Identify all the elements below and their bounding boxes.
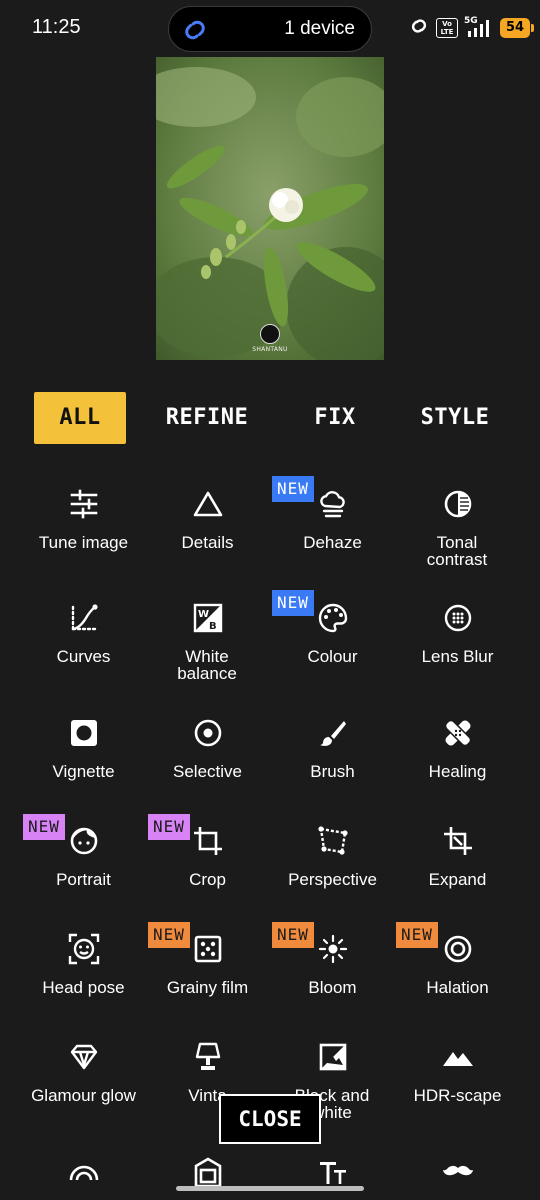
tool-label: Expand <box>428 870 487 889</box>
tool-head-pose[interactable]: Head pose <box>16 933 151 1003</box>
tool-label: Lens Blur <box>421 647 494 666</box>
status-icons: Vo LTE 5G 54 <box>408 16 534 40</box>
brush-icon <box>317 717 349 749</box>
sun-icon <box>317 933 349 965</box>
tool-label: Grainy film <box>166 978 249 997</box>
tool-label: Bloom <box>308 978 357 997</box>
tool-tune-image[interactable]: Tune image <box>16 488 151 578</box>
frame-icon <box>192 1156 224 1188</box>
tool-label: Details <box>181 533 234 552</box>
tool-glamour-glow[interactable]: Glamour glow <box>16 1041 151 1111</box>
new-badge: NEW <box>272 476 314 502</box>
selective-icon <box>192 717 224 749</box>
lamp-icon <box>192 1041 224 1073</box>
tool-vignette[interactable]: Vignette <box>16 717 151 787</box>
svg-text:W: W <box>198 609 209 620</box>
photo-preview[interactable] <box>156 57 384 360</box>
vignette-icon <box>68 717 100 749</box>
ring-icon <box>442 933 474 965</box>
tool-details[interactable]: Details <box>140 488 275 578</box>
tab-all[interactable]: ALL <box>34 392 126 444</box>
tool-hdr-scape[interactable]: HDR-scape <box>390 1041 525 1111</box>
watermark-logo-icon <box>260 324 280 344</box>
tab-refine[interactable]: REFINE <box>155 392 259 444</box>
tool-tonal-contrast[interactable]: Tonal contrast <box>390 488 525 578</box>
tool-label: Head pose <box>42 978 125 997</box>
tool-label: Tonal contrast <box>426 533 488 569</box>
tool-curves[interactable]: Curves <box>16 602 151 692</box>
mountain-icon <box>442 1041 474 1073</box>
tool-perspective[interactable]: Perspective <box>265 825 400 895</box>
tool-white-balance[interactable]: WB White balance <box>140 602 275 692</box>
tool-label: Dehaze <box>303 533 362 552</box>
close-button[interactable]: CLOSE <box>219 1094 321 1144</box>
tab-style[interactable]: STYLE <box>410 392 500 444</box>
tool-selective[interactable]: Selective <box>140 717 275 787</box>
triangle-icon <box>192 488 224 520</box>
tool-label: Curves <box>56 647 111 666</box>
watermark-text: SHANTANU <box>252 346 288 353</box>
volte-icon: Vo LTE <box>436 18 458 38</box>
palette-icon <box>317 602 349 634</box>
tool-label: Glamour glow <box>31 1086 136 1105</box>
tool-label: Selective <box>173 762 242 781</box>
face-icon <box>68 825 100 857</box>
tool-label: Perspective <box>288 870 377 889</box>
battery-icon: 54 <box>500 18 534 38</box>
haze-cloud-icon <box>317 488 349 520</box>
head-pose-icon <box>68 933 100 965</box>
tool-healing[interactable]: Healing <box>390 717 525 787</box>
new-badge: NEW <box>148 814 190 840</box>
svg-text:B: B <box>209 621 217 632</box>
new-badge: NEW <box>272 922 314 948</box>
tool-label: Brush <box>310 762 355 781</box>
tool-label: Colour <box>307 647 358 666</box>
new-badge: NEW <box>23 814 65 840</box>
tool-label: White balance <box>177 647 237 683</box>
dice-icon <box>192 933 224 965</box>
tool-label: Tune image <box>38 533 129 552</box>
perspective-icon <box>317 825 349 857</box>
sliders-icon <box>68 488 100 520</box>
link-icon <box>181 17 209 43</box>
tool-expand[interactable]: Expand <box>390 825 525 895</box>
tool-label: Halation <box>426 978 489 997</box>
rainbow-icon <box>68 1156 100 1188</box>
tool-partial[interactable] <box>390 1156 525 1196</box>
new-badge: NEW <box>272 590 314 616</box>
tab-fix[interactable]: FIX <box>300 392 370 444</box>
new-badge: NEW <box>148 922 190 948</box>
tool-brush[interactable]: Brush <box>265 717 400 787</box>
tool-lens-blur[interactable]: Lens Blur <box>390 602 525 692</box>
black-white-icon <box>317 1041 349 1073</box>
tool-label: Crop <box>189 870 226 889</box>
expand-icon <box>442 825 474 857</box>
clock: 11:25 <box>32 16 81 38</box>
signal-icon: 5G <box>464 16 494 38</box>
white-balance-icon: WB <box>192 602 224 634</box>
device-count: 1 device <box>284 18 355 39</box>
tool-label: Vignette <box>52 762 115 781</box>
tool-label: Healing <box>428 762 487 781</box>
lens-blur-icon <box>442 602 474 634</box>
dynamic-island[interactable]: 1 device <box>168 6 372 52</box>
home-indicator[interactable] <box>176 1186 364 1191</box>
link-small-icon <box>408 17 430 39</box>
tool-label: Portrait <box>56 870 111 889</box>
new-badge: NEW <box>396 922 438 948</box>
bandage-icon <box>442 717 474 749</box>
text-icon <box>317 1156 349 1188</box>
diamond-icon <box>68 1041 100 1073</box>
tool-partial[interactable] <box>16 1156 151 1196</box>
crop-icon <box>192 825 224 857</box>
curves-icon <box>68 602 100 634</box>
half-circle-icon <box>442 488 474 520</box>
moustache-icon <box>442 1156 474 1188</box>
status-bar: 11:25 1 device Vo LTE 5G 54 <box>0 0 540 58</box>
tool-category-tabs: ALL REFINE FIX STYLE <box>0 392 540 444</box>
tool-label: HDR-scape <box>413 1086 502 1105</box>
